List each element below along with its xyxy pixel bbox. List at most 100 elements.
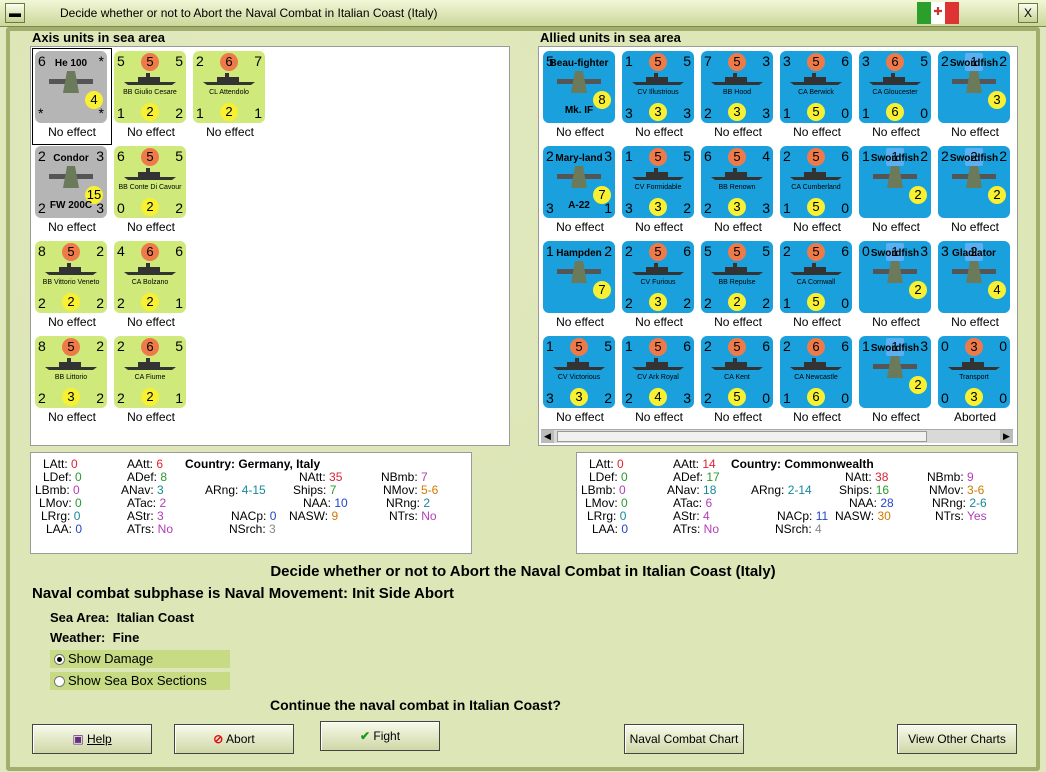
counter-face: 0 3 1 2 Swordfish — [859, 241, 931, 313]
unit-counter[interactable]: 2 6 1 0 6 6 CA Newcastle No effect — [778, 334, 856, 429]
fight-button[interactable]: ✔ Fight — [320, 721, 440, 751]
unit-counter[interactable]: 8 2 2 2 5 2 BB Vittorio Veneto No effect — [33, 239, 111, 334]
stat-value: 0 — [73, 509, 81, 523]
unit-value-top-left: 1 — [625, 53, 633, 69]
unit-status: No effect — [48, 315, 96, 329]
unit-counter[interactable]: 2 2 1 3 Swordfish No effect — [936, 49, 1014, 144]
horizontal-scrollbar[interactable]: ◀ ▶ — [541, 429, 1013, 443]
unit-name: Swordfish — [870, 248, 920, 259]
unit-value-top-right: 3 — [762, 53, 770, 69]
unit-counter[interactable]: 1 5 3 3 5 3 CV Illustrious No effect — [620, 49, 698, 144]
unit-status: No effect — [793, 220, 841, 234]
unit-mid-value: 2 — [220, 103, 238, 121]
unit-status: No effect — [635, 125, 683, 139]
unit-value-top-right: 5 — [604, 338, 612, 354]
counter-face: 2 7 1 1 6 2 CL Attendolo — [193, 51, 265, 123]
stat-value: 11 — [815, 509, 829, 523]
unit-counter[interactable]: 2 3 3 1 7 Mary-land A-22 No effect — [541, 144, 619, 239]
unit-counter[interactable]: 0 0 0 0 3 3 Transport Aborted — [936, 334, 1014, 429]
unit-counter[interactable]: 2 3 2 3 15 Condor FW 200C No effect — [33, 144, 111, 239]
unit-attack-value: 5 — [807, 243, 825, 261]
unit-mid-value: 2 — [141, 388, 159, 406]
unit-counter[interactable]: 1 5 3 2 5 3 CV Victorious No effect — [541, 334, 619, 429]
unit-attack-value: 5 — [728, 148, 746, 166]
unit-mid-value: 3 — [649, 198, 667, 216]
unit-counter[interactable]: 6 4 2 3 5 3 BB Renown No effect — [699, 144, 777, 239]
unit-mid-value: 2 — [141, 103, 159, 121]
title-bar: ▬ Decide whether or not to Abort the Nav… — [0, 0, 1046, 27]
unit-value-bottom-left: 1 — [196, 105, 204, 121]
unit-counter[interactable]: 3 5 1 0 6 6 CA Gloucester No effect — [857, 49, 935, 144]
scroll-thumb[interactable] — [557, 431, 927, 442]
unit-status: No effect — [48, 125, 96, 139]
allied-stats-panel: LAtt: 0 LDef: 0 LBmb: 0 LMov: 0 LRrg: 0 … — [576, 452, 1018, 554]
stat-value: 0 — [75, 470, 82, 484]
stat-value: 0 — [619, 483, 626, 497]
unit-attack-value: 6 — [141, 243, 159, 261]
unit-counter[interactable]: 7 3 2 3 5 3 BB Hood No effect — [699, 49, 777, 144]
unit-counter[interactable]: 1 2 1 2 Swordfish No effect — [857, 144, 935, 239]
view-other-charts-button[interactable]: View Other Charts — [897, 724, 1017, 754]
unit-counter[interactable]: 2 2 2 2 Swordfish No effect — [936, 144, 1014, 239]
unit-value-top-left: 2 — [783, 338, 791, 354]
scroll-left-icon[interactable]: ◀ — [541, 430, 554, 443]
counter-face: 8 2 2 2 5 3 BB Littorio — [35, 336, 107, 408]
show-damage-radio[interactable]: Show Damage — [50, 650, 230, 668]
unit-counter[interactable]: 2 6 2 0 5 5 CA Kent No effect — [699, 334, 777, 429]
unit-value-bottom-left: 3 — [625, 105, 633, 121]
naval-combat-chart-button[interactable]: Naval Combat Chart — [624, 724, 744, 754]
unit-value-top-left: 3 — [783, 53, 791, 69]
radio-empty-icon — [54, 676, 65, 687]
unit-counter[interactable]: 1 3 1 2 Swordfish No effect — [857, 334, 935, 429]
unit-counter[interactable]: 5 8 Beau-fighter Mk. IF No effect — [541, 49, 619, 144]
unit-counter[interactable]: 1 2 7 Hampden No effect — [541, 239, 619, 334]
warship-icon — [711, 168, 763, 180]
minimize-icon[interactable]: ▬ — [5, 3, 25, 23]
unit-mid-value: 5 — [807, 198, 825, 216]
unit-counter[interactable]: 4 6 2 1 6 2 CA Bolzano No effect — [112, 239, 190, 334]
unit-counter[interactable]: 3 6 1 0 5 5 CA Berwick No effect — [778, 49, 856, 144]
warship-icon — [790, 168, 842, 180]
unit-counter[interactable]: 6 * * * 4 He 100 No effect — [32, 48, 112, 145]
scroll-right-icon[interactable]: ▶ — [1000, 430, 1013, 443]
counter-face: 2 5 2 1 6 2 CA Fiume — [114, 336, 186, 408]
unit-counter[interactable]: 1 5 3 2 5 3 CV Formidable No effect — [620, 144, 698, 239]
counter-face: 2 6 1 0 5 5 CA Cornwall — [780, 241, 852, 313]
unit-status: No effect — [556, 125, 604, 139]
help-button[interactable]: ▣ Help — [32, 724, 152, 754]
show-sea-box-sections-radio[interactable]: Show Sea Box Sections — [50, 672, 230, 690]
unit-counter[interactable]: 2 5 2 1 6 2 CA Fiume No effect — [112, 334, 190, 429]
unit-counter[interactable]: 2 7 1 1 6 2 CL Attendolo No effect — [191, 49, 269, 144]
unit-status: No effect — [48, 220, 96, 234]
unit-name: Mary-land — [555, 153, 603, 164]
unit-counter[interactable]: 2 6 1 0 5 5 CA Cumberland No effect — [778, 144, 856, 239]
stat-value: 3 — [157, 483, 164, 497]
unit-value-bottom-left: 2 — [704, 105, 712, 121]
unit-name: CA Kent — [724, 374, 750, 381]
unit-value-bottom-right: 0 — [841, 295, 849, 311]
unit-counter[interactable]: 0 3 1 2 Swordfish No effect — [857, 239, 935, 334]
unit-value-bottom-right: 2 — [683, 200, 691, 216]
unit-counter[interactable]: 5 5 1 2 5 2 BB Giulio Cesare No effect — [112, 49, 190, 144]
unit-status: No effect — [872, 410, 920, 424]
axis-stats-panel: LAtt: 0 LDef: 0 LBmb: 0 LMov: 0 LRrg: 0 … — [30, 452, 472, 554]
unit-value-bottom-right: 2 — [683, 295, 691, 311]
close-button[interactable]: X — [1018, 3, 1038, 23]
unit-value-top-right: 6 — [841, 148, 849, 164]
unit-value-top-right: 2 — [96, 243, 104, 259]
stat-value: 0 — [71, 457, 78, 471]
unit-mid-value: 3 — [728, 103, 746, 121]
unit-counter[interactable]: 5 5 2 2 5 2 BB Repulse No effect — [699, 239, 777, 334]
unit-value-bottom-left: 2 — [704, 200, 712, 216]
abort-button[interactable]: ⊘ Abort — [174, 724, 294, 754]
unit-counter[interactable]: 2 6 2 2 5 3 CV Furious No effect — [620, 239, 698, 334]
counter-face: 2 6 2 0 5 5 CA Kent — [701, 336, 773, 408]
window-title: Decide whether or not to Abort the Naval… — [60, 6, 438, 20]
unit-counter[interactable]: 6 5 0 2 5 2 BB Conte Di Cavour No effect — [112, 144, 190, 239]
unit-counter[interactable]: 1 6 2 3 5 4 CV Ark Royal No effect — [620, 334, 698, 429]
unit-counter[interactable]: 8 2 2 2 5 3 BB Littorio No effect — [33, 334, 111, 429]
unit-value-bottom-right: 2 — [762, 295, 770, 311]
unit-counter[interactable]: 2 6 1 0 5 5 CA Cornwall No effect — [778, 239, 856, 334]
unit-counter[interactable]: 3 2 4 Gladiator No effect — [936, 239, 1014, 334]
unit-value-top-left: 8 — [38, 338, 46, 354]
